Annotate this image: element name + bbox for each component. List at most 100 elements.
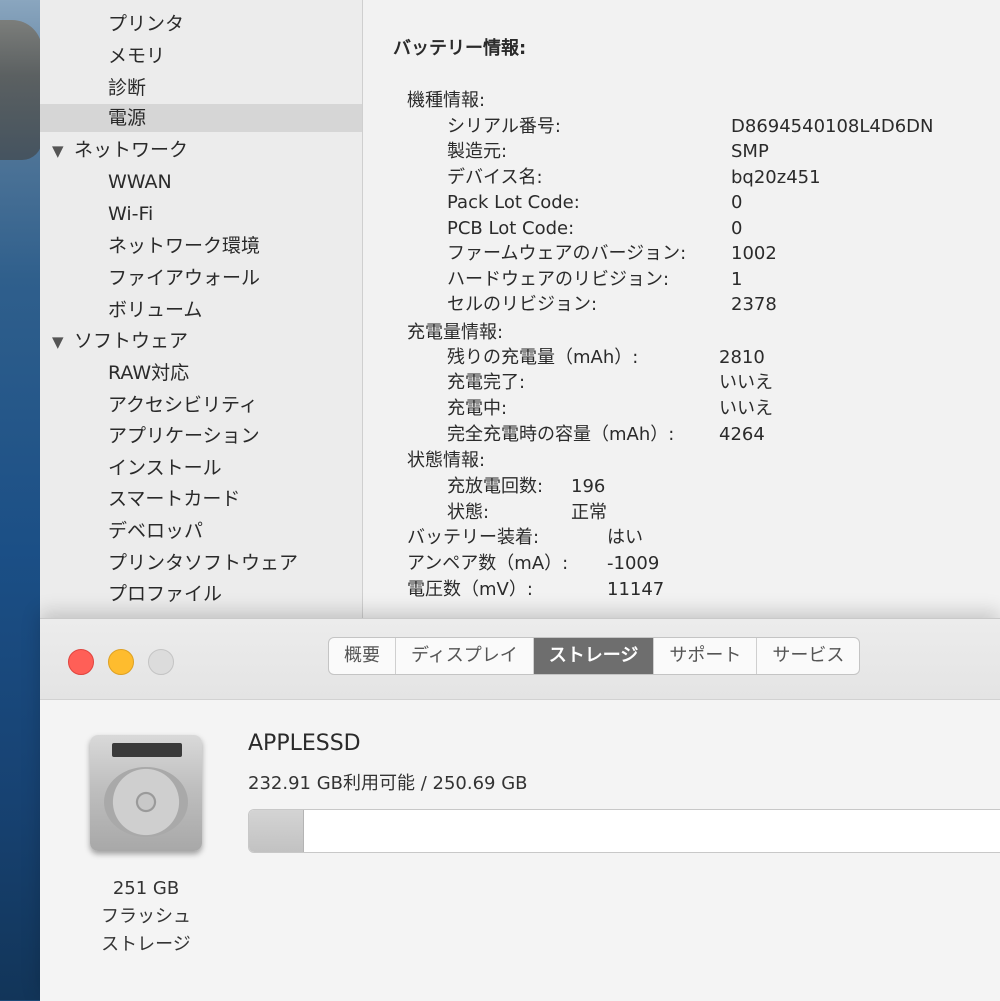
field-value: 1002 bbox=[731, 241, 777, 267]
field-value: D8694540108L4D6DN bbox=[731, 114, 934, 140]
sidebar-item[interactable]: デベロッパ bbox=[40, 517, 362, 545]
field-value: はい bbox=[607, 525, 643, 551]
sidebar-item-label: ネットワーク bbox=[74, 139, 188, 161]
sidebar-item[interactable]: ファイアウォール bbox=[40, 264, 362, 292]
field-value: bq20z451 bbox=[731, 165, 821, 191]
sidebar-item[interactable]: プリンタ bbox=[40, 10, 362, 38]
field-label: ハードウェアのリビジョン: bbox=[447, 267, 669, 293]
sidebar-item[interactable]: メモリ bbox=[40, 42, 362, 70]
sidebar-item[interactable]: ボリューム bbox=[40, 296, 362, 324]
storage-used-segment bbox=[249, 810, 304, 852]
field-label: シリアル番号: bbox=[447, 114, 561, 140]
field-value: 0 bbox=[731, 190, 742, 216]
about-titlebar: 概要ディスプレイストレージサポートサービス bbox=[40, 619, 1000, 700]
sidebar-item-label: プリンタ bbox=[108, 13, 184, 35]
minimize-button[interactable] bbox=[108, 649, 134, 675]
sidebar-item-label: アプリケーション bbox=[108, 425, 260, 447]
sidebar-item-label: Wi-Fi bbox=[108, 203, 153, 225]
sidebar-item-label: 電源 bbox=[108, 107, 146, 129]
field-label: 製造元: bbox=[447, 139, 507, 165]
field-label: 充放電回数: bbox=[447, 474, 543, 500]
close-button[interactable] bbox=[68, 649, 94, 675]
model-section-label: 機種情報: bbox=[407, 88, 485, 114]
tab-3[interactable]: サポート bbox=[654, 638, 757, 674]
zoom-button[interactable] bbox=[148, 649, 174, 675]
sidebar-item[interactable]: RAW対応 bbox=[40, 359, 362, 387]
hard-drive-icon bbox=[90, 735, 202, 851]
field-label: アンペア数（mA）: bbox=[407, 551, 568, 577]
battery-info-title: バッテリー情報: bbox=[393, 34, 526, 60]
volume-availability: 232.91 GB利用可能 / 250.69 GB bbox=[248, 769, 528, 795]
sidebar-item-label: スマートカード bbox=[108, 488, 240, 510]
field-value: 196 bbox=[571, 474, 605, 500]
field-value: いいえ bbox=[719, 370, 773, 396]
storage-usage-bar bbox=[248, 809, 1000, 853]
sidebar-item[interactable]: インストール bbox=[40, 454, 362, 482]
field-value: いいえ bbox=[719, 396, 773, 422]
sidebar-item-label: プリンタソフトウェア bbox=[108, 552, 298, 574]
sidebar-item[interactable]: プリンタソフトウェア bbox=[40, 549, 362, 577]
tab-0[interactable]: 概要 bbox=[329, 638, 396, 674]
field-label: 電圧数（mV）: bbox=[407, 577, 533, 603]
sidebar-item[interactable]: アクセシビリティ bbox=[40, 391, 362, 419]
field-label: 状態: bbox=[447, 500, 489, 526]
sidebar-item[interactable]: ネットワーク環境 bbox=[40, 232, 362, 260]
field-label: 充電完了: bbox=[447, 370, 525, 396]
field-value: 1 bbox=[731, 267, 742, 293]
sidebar-item-label: ソフトウェア bbox=[74, 330, 188, 352]
wallpaper-rock bbox=[0, 20, 42, 160]
sidebar-section[interactable]: ▼ソフトウェア bbox=[40, 327, 362, 355]
sidebar: プリンタメモリ診断電源▼ネットワークWWANWi-Fiネットワーク環境ファイアウ… bbox=[40, 0, 363, 625]
sidebar-item-label: ボリューム bbox=[108, 299, 202, 321]
disclosure-triangle-icon[interactable]: ▼ bbox=[52, 328, 74, 356]
sidebar-item[interactable]: WWAN bbox=[40, 168, 362, 196]
battery-detail-pane: バッテリー情報: 機種情報: シリアル番号: D8694540108L4D6DN 製… bbox=[363, 0, 1000, 625]
disk-type-line1: フラッシュ bbox=[80, 903, 212, 931]
sidebar-item-label: アクセシビリティ bbox=[108, 394, 258, 416]
charge-section-label: 充電量情報: bbox=[407, 320, 503, 346]
field-value: 2378 bbox=[731, 292, 777, 318]
sidebar-item-label: インストール bbox=[108, 457, 222, 479]
field-label: セルのリビジョン: bbox=[447, 292, 597, 318]
segmented-tabs: 概要ディスプレイストレージサポートサービス bbox=[328, 637, 860, 675]
field-value: 2810 bbox=[719, 345, 765, 371]
field-value: 4264 bbox=[719, 422, 765, 448]
system-information-window: プリンタメモリ診断電源▼ネットワークWWANWi-Fiネットワーク環境ファイアウ… bbox=[40, 0, 1000, 625]
field-label: デバイス名: bbox=[447, 165, 543, 191]
sidebar-item[interactable]: Wi-Fi bbox=[40, 200, 362, 228]
field-label: Pack Lot Code: bbox=[447, 190, 580, 216]
tab-4[interactable]: サービス bbox=[757, 638, 859, 674]
sidebar-item[interactable]: 診断 bbox=[40, 74, 362, 102]
field-value: 11147 bbox=[607, 577, 664, 603]
sidebar-section[interactable]: ▼ネットワーク bbox=[40, 136, 362, 164]
tab-2[interactable]: ストレージ bbox=[534, 638, 655, 674]
sidebar-item[interactable]: 電源 bbox=[40, 104, 362, 132]
sidebar-item-label: ネットワーク環境 bbox=[108, 235, 260, 257]
field-value: 正常 bbox=[571, 500, 607, 526]
sidebar-item-label: メモリ bbox=[108, 45, 165, 67]
field-label: バッテリー装着: bbox=[407, 525, 539, 551]
field-label: ファームウェアのバージョン: bbox=[447, 241, 686, 267]
about-this-mac-window: 概要ディスプレイストレージサポートサービス 251 GB フラッシュ ストレージ… bbox=[40, 618, 1000, 1001]
field-label: PCB Lot Code: bbox=[447, 216, 574, 242]
volume-name: APPLESSD bbox=[248, 731, 361, 756]
sidebar-item[interactable]: アプリケーション bbox=[40, 422, 362, 450]
sidebar-item[interactable]: プロファイル bbox=[40, 580, 362, 608]
sidebar-item-label: 診断 bbox=[108, 77, 146, 99]
disclosure-triangle-icon[interactable]: ▼ bbox=[52, 137, 74, 165]
field-label: 完全充電時の容量（mAh）: bbox=[447, 422, 674, 448]
field-value: 0 bbox=[731, 216, 742, 242]
field-value: SMP bbox=[731, 139, 769, 165]
field-value: -1009 bbox=[607, 551, 659, 577]
tab-1[interactable]: ディスプレイ bbox=[396, 638, 534, 674]
disk-type-line2: ストレージ bbox=[80, 931, 212, 959]
status-section-label: 状態情報: bbox=[407, 448, 485, 474]
sidebar-item[interactable]: スマートカード bbox=[40, 485, 362, 513]
field-label: 残りの充電量（mAh）: bbox=[447, 345, 638, 371]
sidebar-item-label: RAW対応 bbox=[108, 362, 189, 384]
sidebar-item-label: デベロッパ bbox=[108, 520, 203, 542]
sidebar-item-label: WWAN bbox=[108, 171, 172, 193]
field-label: 充電中: bbox=[447, 396, 507, 422]
sidebar-item-label: ファイアウォール bbox=[108, 267, 260, 289]
disk-size: 251 GB bbox=[80, 875, 212, 903]
